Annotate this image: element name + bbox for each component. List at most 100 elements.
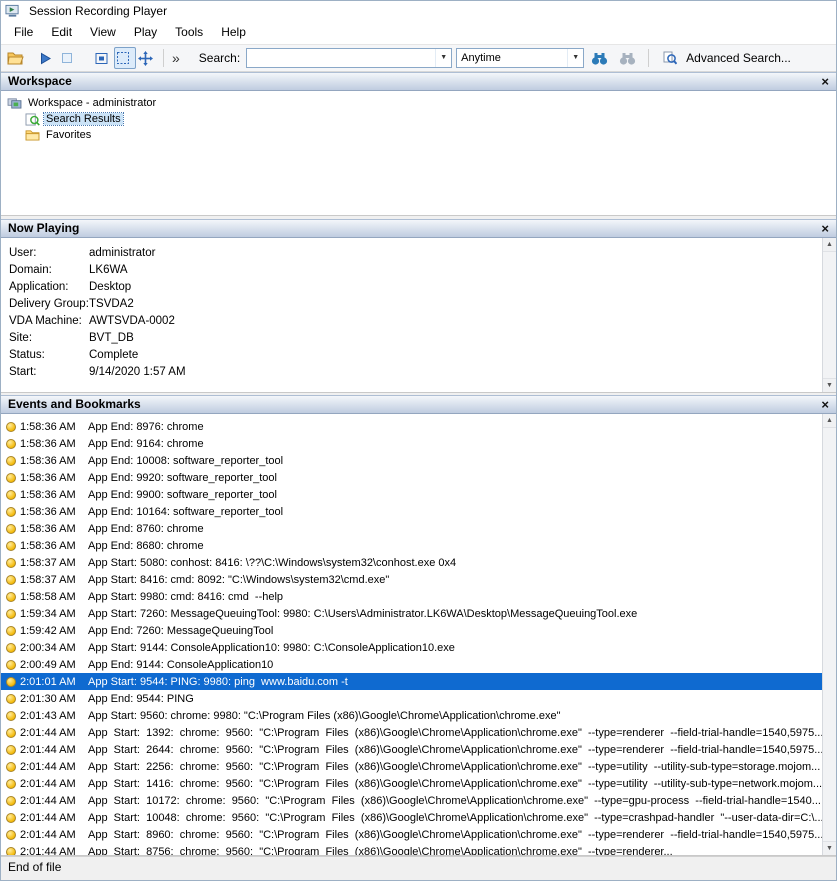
field-value: TSVDA2 bbox=[89, 298, 134, 310]
workspace-root-item[interactable]: Workspace - administrator bbox=[1, 95, 836, 111]
event-row[interactable]: 1:59:42 AM App End: 7260: MessageQueuing… bbox=[1, 622, 822, 639]
event-row[interactable]: 2:01:44 AM App Start: 2644: chrome: 9560… bbox=[1, 741, 822, 758]
event-row[interactable]: 2:01:44 AM App Start: 10172: chrome: 956… bbox=[1, 792, 822, 809]
time-filter-combobox[interactable]: Anytime ▼ bbox=[456, 48, 584, 68]
events-list: 1:58:36 AM App End: 8976: chrome 1:58:36… bbox=[1, 414, 822, 855]
event-row[interactable]: 1:58:58 AM App Start: 9980: cmd: 8416: c… bbox=[1, 588, 822, 605]
event-row[interactable]: 2:01:44 AM App Start: 1416: chrome: 9560… bbox=[1, 775, 822, 792]
event-row[interactable]: 1:58:36 AM App End: 9900: software_repor… bbox=[1, 486, 822, 503]
now-playing-panel-header: Now Playing × bbox=[1, 219, 836, 238]
actual-size-button[interactable] bbox=[92, 47, 114, 69]
event-row[interactable]: 1:59:34 AM App Start: 7260: MessageQueui… bbox=[1, 605, 822, 622]
events-close-button[interactable]: × bbox=[821, 396, 829, 413]
workspace-panel-title: Workspace bbox=[8, 74, 72, 88]
open-file-button[interactable] bbox=[6, 47, 28, 69]
event-bookmark-icon bbox=[6, 745, 16, 755]
scroll-up-icon[interactable]: ▲ bbox=[823, 414, 836, 428]
event-bookmark-icon bbox=[6, 847, 16, 856]
event-row[interactable]: 1:58:36 AM App End: 8976: chrome bbox=[1, 418, 822, 435]
find-previous-button[interactable] bbox=[619, 52, 640, 65]
event-row[interactable]: 2:01:44 AM App Start: 2256: chrome: 9560… bbox=[1, 758, 822, 775]
field-value: 9/14/2020 1:57 AM bbox=[89, 366, 186, 378]
event-row[interactable]: 2:01:44 AM App Start: 8756: chrome: 9560… bbox=[1, 843, 822, 855]
time-filter-dropdown-arrow-icon[interactable]: ▼ bbox=[567, 49, 583, 67]
event-row[interactable]: 2:01:30 AM App End: 9544: PING bbox=[1, 690, 822, 707]
event-row[interactable]: 1:58:36 AM App End: 9920: software_repor… bbox=[1, 469, 822, 486]
toolbar-overflow-button[interactable]: » bbox=[172, 50, 180, 66]
event-row[interactable]: 1:58:36 AM App End: 10164: software_repo… bbox=[1, 503, 822, 520]
event-text: App Start: 5080: conhost: 8416: \??\C:\W… bbox=[88, 557, 456, 569]
event-bookmark-icon bbox=[6, 728, 16, 738]
event-time: 1:58:36 AM bbox=[20, 540, 88, 552]
workspace-close-button[interactable]: × bbox=[821, 73, 829, 90]
now-playing-scrollbar[interactable]: ▲ ▼ bbox=[822, 238, 836, 392]
session-recording-player-window: Session Recording Player FileEditViewPla… bbox=[0, 0, 837, 881]
event-time: 1:58:36 AM bbox=[20, 438, 88, 450]
advanced-search-button[interactable]: Advanced Search... bbox=[657, 47, 797, 69]
event-row[interactable]: 1:58:36 AM App End: 8760: chrome bbox=[1, 520, 822, 537]
field-value: Desktop bbox=[89, 281, 131, 293]
event-row[interactable]: 1:58:37 AM App Start: 8416: cmd: 8092: "… bbox=[1, 571, 822, 588]
stop-icon bbox=[61, 52, 73, 64]
field-value: administrator bbox=[89, 247, 155, 259]
fit-to-window-button[interactable] bbox=[114, 47, 136, 69]
events-scrollbar[interactable]: ▲ ▼ bbox=[822, 414, 836, 855]
now-playing-fields: User: administrator Domain: LK6WA Applic… bbox=[1, 238, 836, 380]
advanced-search-label: Advanced Search... bbox=[686, 51, 791, 65]
find-next-button[interactable] bbox=[591, 52, 612, 65]
search-combobox[interactable]: ▼ bbox=[246, 48, 452, 68]
event-row[interactable]: 2:00:49 AM App End: 9144: ConsoleApplica… bbox=[1, 656, 822, 673]
now-playing-field: Status: Complete bbox=[1, 346, 836, 363]
event-row[interactable]: 1:58:36 AM App End: 8680: chrome bbox=[1, 537, 822, 554]
tree-item-search-results[interactable]: Search Results bbox=[1, 111, 836, 127]
field-value: LK6WA bbox=[89, 264, 128, 276]
menu-item[interactable]: Help bbox=[212, 21, 255, 44]
event-row[interactable]: 2:01:44 AM App Start: 1392: chrome: 9560… bbox=[1, 724, 822, 741]
event-row[interactable]: 2:01:43 AM App Start: 9560: chrome: 9980… bbox=[1, 707, 822, 724]
menu-item[interactable]: View bbox=[81, 21, 125, 44]
window-title: Session Recording Player bbox=[29, 4, 167, 18]
scroll-down-icon[interactable]: ▼ bbox=[823, 378, 836, 392]
event-time: 1:58:36 AM bbox=[20, 523, 88, 535]
event-row[interactable]: 1:58:37 AM App Start: 5080: conhost: 841… bbox=[1, 554, 822, 571]
search-label: Search: bbox=[199, 51, 240, 65]
event-text: App End: 8976: chrome bbox=[88, 421, 204, 433]
now-playing-close-button[interactable]: × bbox=[821, 220, 829, 237]
now-playing-field: Site: BVT_DB bbox=[1, 329, 836, 346]
event-row[interactable]: 2:01:44 AM App Start: 10048: chrome: 956… bbox=[1, 809, 822, 826]
event-row[interactable]: 2:00:34 AM App Start: 9144: ConsoleAppli… bbox=[1, 639, 822, 656]
event-row[interactable]: 1:58:36 AM App End: 9164: chrome bbox=[1, 435, 822, 452]
stop-button[interactable] bbox=[58, 47, 80, 69]
scroll-up-icon[interactable]: ▲ bbox=[823, 238, 836, 252]
event-bookmark-icon bbox=[6, 660, 16, 670]
events-panel: Events and Bookmarks × 1:58:36 AM App En… bbox=[1, 395, 836, 856]
event-text: App End: 9544: PING bbox=[88, 693, 194, 705]
event-text: App End: 10164: software_reporter_tool bbox=[88, 506, 283, 518]
menu-item[interactable]: Play bbox=[125, 21, 166, 44]
field-value: BVT_DB bbox=[89, 332, 134, 344]
event-row[interactable]: 2:01:01 AM App Start: 9544: PING: 9980: … bbox=[1, 673, 822, 690]
event-text: App Start: 1416: chrome: 9560: "C:\Progr… bbox=[88, 778, 822, 790]
menu-item[interactable]: Edit bbox=[42, 21, 81, 44]
menu-item[interactable]: Tools bbox=[166, 21, 212, 44]
menu-item[interactable]: File bbox=[5, 21, 42, 44]
pan-button[interactable] bbox=[136, 47, 158, 69]
scroll-down-icon[interactable]: ▼ bbox=[823, 841, 836, 855]
search-input[interactable] bbox=[247, 49, 435, 67]
event-bookmark-icon bbox=[6, 626, 16, 636]
play-icon bbox=[39, 52, 52, 65]
app-icon bbox=[5, 4, 20, 18]
tree-item-label: Favorites bbox=[44, 129, 93, 141]
toolbar: » Search: ▼ Anytime ▼ bbox=[1, 44, 836, 72]
workspace-tree: Workspace - administrator Search Results bbox=[1, 91, 836, 216]
field-value: Complete bbox=[89, 349, 138, 361]
now-playing-field: User: administrator bbox=[1, 244, 836, 261]
play-button[interactable] bbox=[36, 47, 58, 69]
event-bookmark-icon bbox=[6, 711, 16, 721]
tree-item-favorites[interactable]: Favorites bbox=[1, 127, 836, 143]
event-bookmark-icon bbox=[6, 490, 16, 500]
open-folder-icon bbox=[7, 52, 24, 65]
search-dropdown-arrow-icon[interactable]: ▼ bbox=[435, 49, 451, 67]
event-row[interactable]: 1:58:36 AM App End: 10008: software_repo… bbox=[1, 452, 822, 469]
event-row[interactable]: 2:01:44 AM App Start: 8960: chrome: 9560… bbox=[1, 826, 822, 843]
